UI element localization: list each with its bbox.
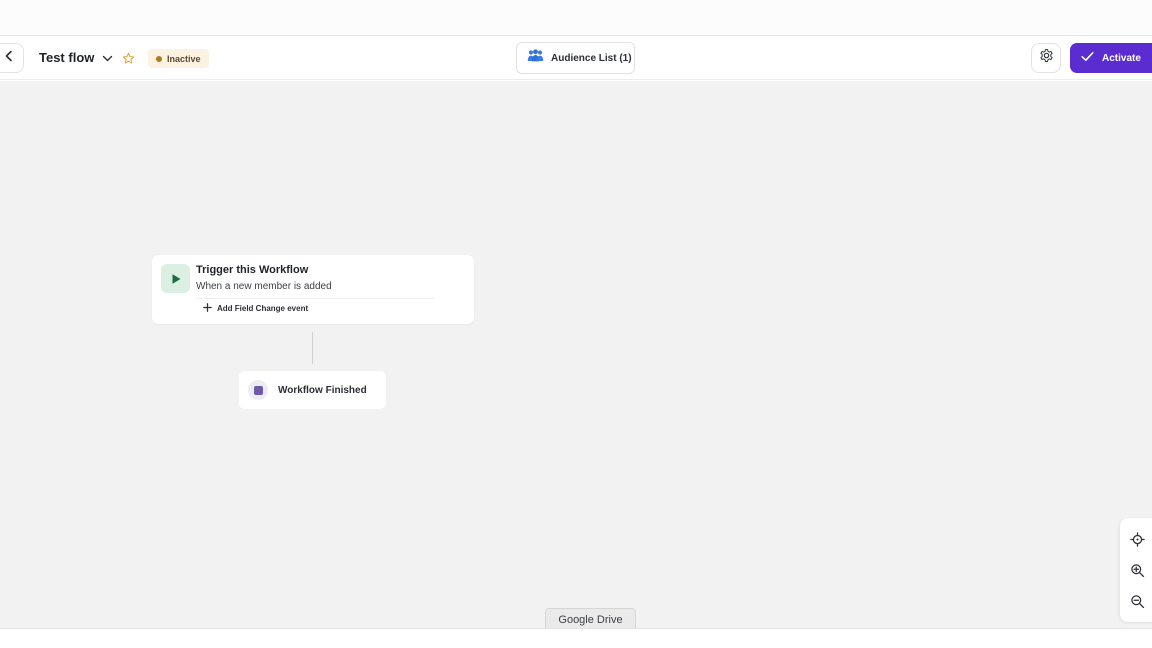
trigger-node[interactable]: Trigger this Workflow When a new member … bbox=[152, 255, 474, 324]
flow-title[interactable]: Test flow bbox=[39, 50, 94, 65]
chevron-left-icon bbox=[3, 49, 15, 67]
audience-list-label: Audience List (1) bbox=[551, 52, 632, 64]
zoom-out-icon[interactable] bbox=[1128, 592, 1146, 610]
status-badge: Inactive bbox=[148, 49, 209, 68]
activate-button[interactable]: Activate bbox=[1070, 43, 1152, 73]
trigger-subtitle: When a new member is added bbox=[196, 281, 332, 292]
workflow-header: Test flow Inactive Audience List (1) Act… bbox=[0, 37, 1152, 80]
gear-icon bbox=[1039, 48, 1054, 68]
add-field-change-label: Add Field Change event bbox=[217, 303, 309, 313]
zoom-controls bbox=[1120, 518, 1152, 622]
stop-square-icon bbox=[248, 380, 268, 400]
crosshair-icon[interactable] bbox=[1128, 530, 1146, 548]
trigger-title: Trigger this Workflow bbox=[196, 264, 309, 276]
workflow-finished-label: Workflow Finished bbox=[278, 384, 367, 396]
back-button[interactable] bbox=[0, 43, 24, 73]
status-text: Inactive bbox=[167, 53, 201, 64]
bottom-strip bbox=[0, 628, 1152, 648]
status-dot bbox=[156, 55, 162, 62]
people-group-icon bbox=[527, 49, 544, 67]
plus-icon bbox=[203, 299, 212, 317]
workflow-canvas[interactable]: Trigger this Workflow When a new member … bbox=[0, 81, 1152, 628]
check-icon bbox=[1081, 49, 1094, 67]
add-field-change-button[interactable]: Add Field Change event bbox=[196, 298, 434, 317]
activate-label: Activate bbox=[1102, 52, 1141, 64]
settings-button[interactable] bbox=[1031, 43, 1061, 73]
chevron-down-icon[interactable] bbox=[100, 51, 114, 65]
star-icon[interactable] bbox=[120, 50, 136, 66]
google-drive-label: Google Drive bbox=[558, 613, 623, 626]
browser-top-strip bbox=[0, 0, 1152, 36]
node-connector bbox=[312, 332, 313, 364]
google-drive-tab[interactable]: Google Drive bbox=[545, 608, 636, 630]
play-icon bbox=[161, 264, 190, 293]
workflow-finished-node[interactable]: Workflow Finished bbox=[239, 371, 386, 409]
zoom-in-icon[interactable] bbox=[1128, 561, 1146, 579]
audience-list-button[interactable]: Audience List (1) bbox=[516, 42, 635, 74]
